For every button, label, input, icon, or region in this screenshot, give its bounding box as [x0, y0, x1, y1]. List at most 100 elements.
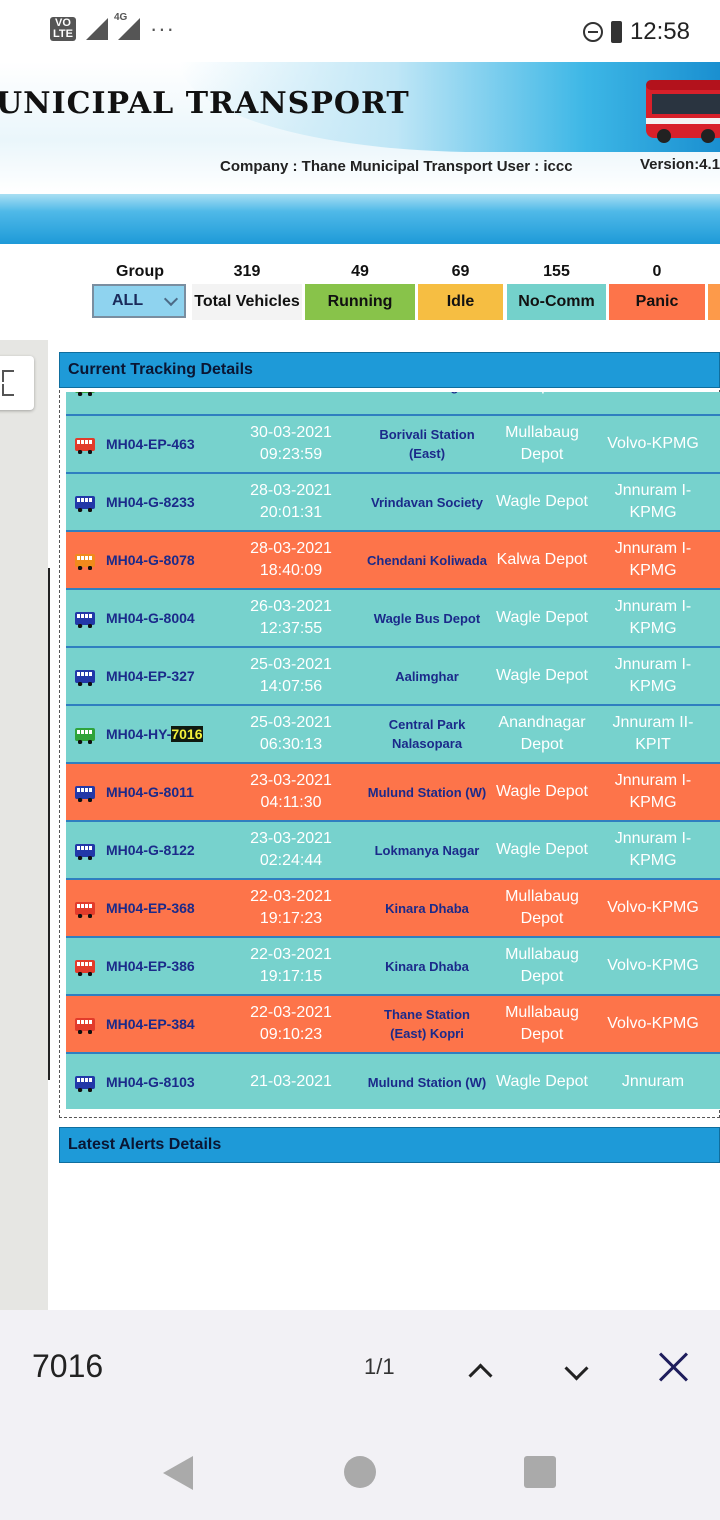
bus-icon [75, 901, 95, 918]
vehicle-number[interactable]: MH04-EP-463 [106, 416, 216, 472]
last-update-cell: 28-03-2021 18:40:09 [221, 532, 361, 588]
last-update-cell: 26-03-2021 12:37:55 [221, 590, 361, 646]
table-row[interactable]: MH04-EP-368 22-03-2021 19:17:23 Kinara Dhab… [66, 880, 720, 938]
last-update-date: 28-03-2021 [250, 540, 332, 557]
last-update-cell: 22-03-2021 19:17:23 [221, 880, 361, 936]
depot-cell: Wagle Depot [496, 783, 588, 800]
stat-label: Total Vehicles [192, 284, 302, 320]
operator-cell: KPIT [598, 392, 708, 414]
more-notifications-icon: ··· [149, 16, 175, 41]
find-next-button[interactable] [564, 1356, 589, 1381]
operator-cell: Volvo-KPMG [607, 957, 699, 974]
depot-cell: Wagle Depot [496, 841, 588, 858]
table-row[interactable]: MH04-G-8103 21-03-2021 Mulund Station (W) W… [66, 1054, 720, 1109]
vehicle-number[interactable]: MH04-EP-386 [106, 938, 216, 994]
last-update-time: 10:37:17 [260, 392, 322, 397]
table-row[interactable]: MH04-G-8122 23-03-2021 02:24:44 Lokmanya Na… [66, 822, 720, 880]
vehicle-number[interactable]: MH04-EP-368 [106, 880, 216, 936]
last-update-date: 22-03-2021 [250, 888, 332, 905]
bus-icon [75, 1017, 95, 1034]
stat-label: Running [305, 284, 415, 320]
table-row[interactable]: MH04-G-8233 28-03-2021 20:01:31 Vrindavan S… [66, 474, 720, 532]
table-row[interactable]: MH04-EP-386 22-03-2021 19:17:15 Kinara Dhab… [66, 938, 720, 996]
left-side-panel [0, 340, 48, 1310]
bus-status-icon-cell [68, 1054, 102, 1109]
bus-status-icon-cell [68, 474, 102, 530]
stat-running[interactable]: 49 Running [305, 260, 415, 320]
status-bar: VO LTE 4G ··· 12:58 [0, 0, 720, 62]
last-update-cell: 23-03-2021 02:24:44 [221, 822, 361, 878]
vehicle-number[interactable]: MH04-G-8078 [106, 532, 216, 588]
bus-icon [75, 437, 95, 454]
vehicle-number[interactable]: MH04-G-8011 [106, 764, 216, 820]
depot-cell: Kalwa Depot [496, 551, 588, 568]
stat-no-comm[interactable]: 155 No-Comm [507, 260, 606, 320]
company-user-info: Company : Thane Municipal Transport User… [220, 158, 573, 175]
bus-icon [75, 611, 95, 628]
last-update-cell: 22-03-2021 19:17:15 [221, 938, 361, 994]
vehicle-number[interactable]: MH04-G-8004 [106, 590, 216, 646]
location-cell: Kinara Dhaba [385, 900, 469, 916]
table-row[interactable]: MH04-EP-384 22-03-2021 09:10:23 Thane Stati… [66, 996, 720, 1054]
bus-icon [75, 959, 95, 976]
depot-cell: Mullabaug Depot [505, 424, 579, 463]
find-query-input[interactable]: 7016 [32, 1348, 103, 1385]
home-button[interactable] [344, 1456, 376, 1488]
find-previous-button[interactable] [468, 1363, 493, 1388]
table-row[interactable]: MH04-EP-327 25-03-2021 14:07:56 Aalimghar Wa… [66, 648, 720, 706]
bus-logo-icon [646, 80, 720, 143]
table-row[interactable]: MH04-G-8004 26-03-2021 12:37:55 Wagle Bus D… [66, 590, 720, 648]
group-select[interactable]: ALL [92, 284, 186, 318]
table-row[interactable]: MH04-HY- 7016 25-03-2021 06:30:13 Central Pa… [66, 706, 720, 764]
bus-status-icon-cell [68, 938, 102, 994]
vehicle-number[interactable]: MH04-HY-7028 [106, 392, 216, 414]
find-highlight: 7016 [171, 726, 203, 742]
back-button[interactable] [163, 1456, 193, 1490]
stat-count: 155 [543, 263, 570, 280]
depot-cell: Mullabaug Depot [505, 1004, 579, 1043]
stat-count: 49 [351, 263, 369, 280]
stat-panic[interactable]: 0 Panic [609, 260, 705, 320]
vehicle-number[interactable]: MH04-G-8122 [106, 822, 216, 878]
last-update-cell: 22-03-2021 09:10:23 [221, 996, 361, 1052]
fullscreen-button[interactable] [0, 356, 34, 410]
bus-status-icon-cell [68, 392, 102, 414]
bus-status-icon-cell [68, 416, 102, 472]
last-update-date: 23-03-2021 [250, 830, 332, 847]
stat-total-vehicles[interactable]: 319 Total Vehicles [192, 260, 302, 320]
operator-cell: Jnnuram [621, 1073, 685, 1090]
operator-cell: Jnnuram II-KPIT [612, 714, 694, 753]
find-close-button[interactable] [656, 1350, 690, 1384]
recent-apps-button[interactable] [524, 1456, 556, 1488]
last-update-date: 21-03-2021 [250, 1073, 332, 1090]
last-update-time: 20:01:31 [259, 504, 323, 521]
table-row[interactable]: MH04-G-8011 23-03-2021 04:11:30 Mulund Stat… [66, 764, 720, 822]
tracking-panel-header: Current Tracking Details [59, 352, 720, 388]
tracking-table[interactable]: MH04-HY-7028 10:37:17 Sainath NagarDepotKP… [66, 392, 720, 1109]
depot-cell: Mullabaug Depot [505, 888, 579, 927]
location-cell: Mulund Station (W) [367, 1074, 487, 1090]
bus-status-icon-cell [68, 822, 102, 878]
vehicle-number[interactable]: MH04-HY- 7016 [106, 706, 216, 762]
depot-cell: Depot [488, 392, 596, 414]
panel-divider [48, 568, 50, 1080]
vehicle-number[interactable]: MH04-G-8233 [106, 474, 216, 530]
bus-icon [75, 669, 95, 686]
last-update-cell: 30-03-2021 09:23:59 [221, 416, 361, 472]
vehicle-number[interactable]: MH04-EP-327 [106, 648, 216, 704]
vehicle-number[interactable]: MH04-EP-384 [106, 996, 216, 1052]
group-select-value: ALL [112, 292, 144, 309]
last-update-date: 22-03-2021 [250, 1004, 332, 1021]
operator-cell: Volvo-KPMG [607, 1015, 699, 1032]
operator-cell: Jnnuram I-KPMG [614, 540, 692, 579]
table-row[interactable]: MH04-G-8078 28-03-2021 18:40:09 Chendani Ko… [66, 532, 720, 590]
last-update-time: 04:11:30 [260, 794, 322, 811]
bus-icon [75, 553, 95, 570]
vehicle-number[interactable]: MH04-G-8103 [106, 1054, 216, 1109]
table-row[interactable]: MH04-HY-7028 10:37:17 Sainath NagarDepotKP… [66, 392, 720, 416]
table-row[interactable]: MH04-EP-463 30-03-2021 09:23:59 Borivali St… [66, 416, 720, 474]
last-update-cell: 25-03-2021 14:07:56 [221, 648, 361, 704]
last-update-time: 12:37:55 [259, 620, 323, 637]
stat-idle[interactable]: 69 Idle [418, 260, 503, 320]
status-left: VO LTE 4G ··· [50, 12, 175, 42]
